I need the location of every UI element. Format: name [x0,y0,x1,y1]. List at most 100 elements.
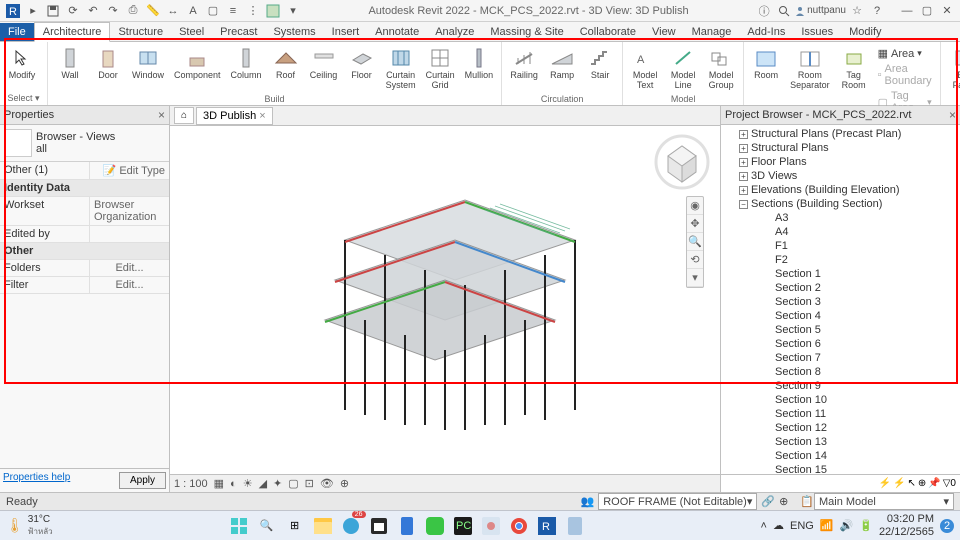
stair-button[interactable]: Stair [582,44,618,83]
tree-item[interactable]: Section 8 [721,365,960,379]
taskbar-app-chrome[interactable] [506,513,532,539]
view-canvas[interactable]: ◉ ✥ 🔍 ⟲ ▾ [170,126,720,474]
filter-edit-button[interactable]: Edit... [89,277,169,293]
help-icon[interactable]: ? [868,2,886,20]
tab-massing-site[interactable]: Massing & Site [482,23,571,41]
task-view-button[interactable]: ⊞ [282,513,308,539]
minimize-button[interactable]: — [898,2,916,20]
component-button[interactable]: Component [170,44,225,83]
dimension-icon[interactable]: ↔ [164,2,182,20]
scale-control[interactable]: 1 : 100 [174,478,208,490]
tree-toggle-icon[interactable]: + [739,186,748,195]
save-icon[interactable] [44,2,62,20]
tag-room-button[interactable]: Tag Room [836,44,872,93]
active-workset-dropdown[interactable]: ROOF FRAME (Not Editable)▾ [598,493,757,510]
sun-path-icon[interactable]: ☀ [243,477,253,490]
by-face-button[interactable]: By Face [945,44,960,93]
workset-value[interactable]: Browser Organization [89,197,169,225]
taskbar-app-line[interactable] [422,513,448,539]
tray-lang[interactable]: ENG [790,520,814,532]
revit-logo-icon[interactable]: R [4,2,22,20]
window-button[interactable]: Window [128,44,168,83]
tab-insert[interactable]: Insert [324,23,368,41]
folders-edit-button[interactable]: Edit... [89,260,169,276]
drag-icon[interactable]: ⊕ [918,478,926,489]
tree-item[interactable]: −Sections (Building Section) [721,197,960,211]
crop-visible-icon[interactable]: ⊡ [305,477,314,490]
reveal-icon[interactable]: ⊕ [340,477,349,490]
tree-item[interactable]: Section 14 [721,449,960,463]
view-cube[interactable] [654,134,710,190]
tab-architecture[interactable]: Architecture [34,22,111,42]
editing-requests-icon[interactable]: ⊕ [779,495,788,508]
pan-icon[interactable]: ✥ [687,215,703,233]
tree-item[interactable]: A3 [721,211,960,225]
favorites-icon[interactable]: ☆ [848,2,866,20]
measure-icon[interactable]: 📏 [144,2,162,20]
tree-item[interactable]: Section 1 [721,267,960,281]
tree-item[interactable]: Section 4 [721,309,960,323]
tag-icon[interactable]: ▢ [204,2,222,20]
ramp-button[interactable]: Ramp [544,44,580,83]
tree-item[interactable]: F1 [721,239,960,253]
orbit-icon[interactable]: ⟲ [687,251,703,269]
room-separator-button[interactable]: Room Separator [786,44,834,93]
workset-icon[interactable]: 👥 [581,495,595,508]
tab-modify[interactable]: Modify [841,23,889,41]
search-icon[interactable] [775,2,793,20]
tray-clock[interactable]: 03:20 PM22/12/2565 [879,513,934,537]
tab-issues[interactable]: Issues [793,23,841,41]
tab-annotate[interactable]: Annotate [367,23,427,41]
tree-item[interactable]: Section 6 [721,337,960,351]
tree-item[interactable]: Section 3 [721,295,960,309]
pin-icon[interactable]: 📌 [928,478,940,489]
tab-manage[interactable]: Manage [684,23,740,41]
home-tab[interactable]: ⌂ [174,107,194,124]
tab-steel[interactable]: Steel [171,23,212,41]
select-icon[interactable]: ↖ [908,478,916,489]
tree-item[interactable]: Section 11 [721,407,960,421]
undo-icon[interactable]: ↶ [84,2,102,20]
open-icon[interactable]: ▸ [24,2,42,20]
tab-structure[interactable]: Structure [110,23,171,41]
close-hidden-icon[interactable]: ▾ [284,2,302,20]
tree-toggle-icon[interactable]: + [739,130,748,139]
hide-isolate-icon[interactable]: 👁 [320,477,334,490]
filter2-icon[interactable]: ⚡ [893,478,905,489]
tree-item[interactable]: +3D Views [721,169,960,183]
tab-systems[interactable]: Systems [265,23,323,41]
tree-toggle-icon[interactable]: + [739,144,748,153]
taskbar-app-clipboard[interactable] [562,513,588,539]
taskbar-app-revit[interactable]: R [534,513,560,539]
tree-item[interactable]: Section 7 [721,351,960,365]
tree-item[interactable]: +Structural Plans (Precast Plan) [721,127,960,141]
taskbar-app-explorer[interactable] [310,513,336,539]
redo-icon[interactable]: ↷ [104,2,122,20]
tab-close-icon[interactable]: × [259,110,265,122]
look-icon[interactable]: ▾ [687,269,703,287]
taskbar-app-pycharm[interactable]: PC [450,513,476,539]
tree-item[interactable]: +Structural Plans [721,141,960,155]
funnel-icon[interactable]: ▽0 [943,478,956,489]
curtain-system-button[interactable]: CurtainSystem [382,44,420,93]
railing-button[interactable]: Railing [506,44,542,83]
taskbar-app-phone[interactable] [394,513,420,539]
tab-file[interactable]: File [0,23,34,41]
tree-item[interactable]: A4 [721,225,960,239]
search-button[interactable]: 🔍 [254,513,280,539]
visual-style-icon[interactable]: ◐ [230,478,237,490]
shadows-icon[interactable]: ◢ [259,477,267,490]
weather-widget[interactable]: 🌡 31°Cฟ้าหลัว [6,514,53,538]
tree-item[interactable]: +Floor Plans [721,155,960,169]
tray-cloud-icon[interactable]: ☁ [773,519,784,532]
edit-type-button[interactable]: 📝 Edit Type [89,162,169,179]
crop-icon[interactable]: ▢ [288,477,298,490]
tree-item[interactable]: Section 15 [721,463,960,474]
detail-level-icon[interactable]: ▦ [214,477,224,490]
editable-only-icon[interactable]: 🔗 [761,495,775,508]
rendering-icon[interactable]: ✦ [273,477,282,490]
tree-item[interactable]: Section 10 [721,393,960,407]
design-options-dropdown[interactable]: Main Model▾ [814,493,954,510]
column-button[interactable]: Column [227,44,266,83]
wall-button[interactable]: Wall [52,44,88,83]
